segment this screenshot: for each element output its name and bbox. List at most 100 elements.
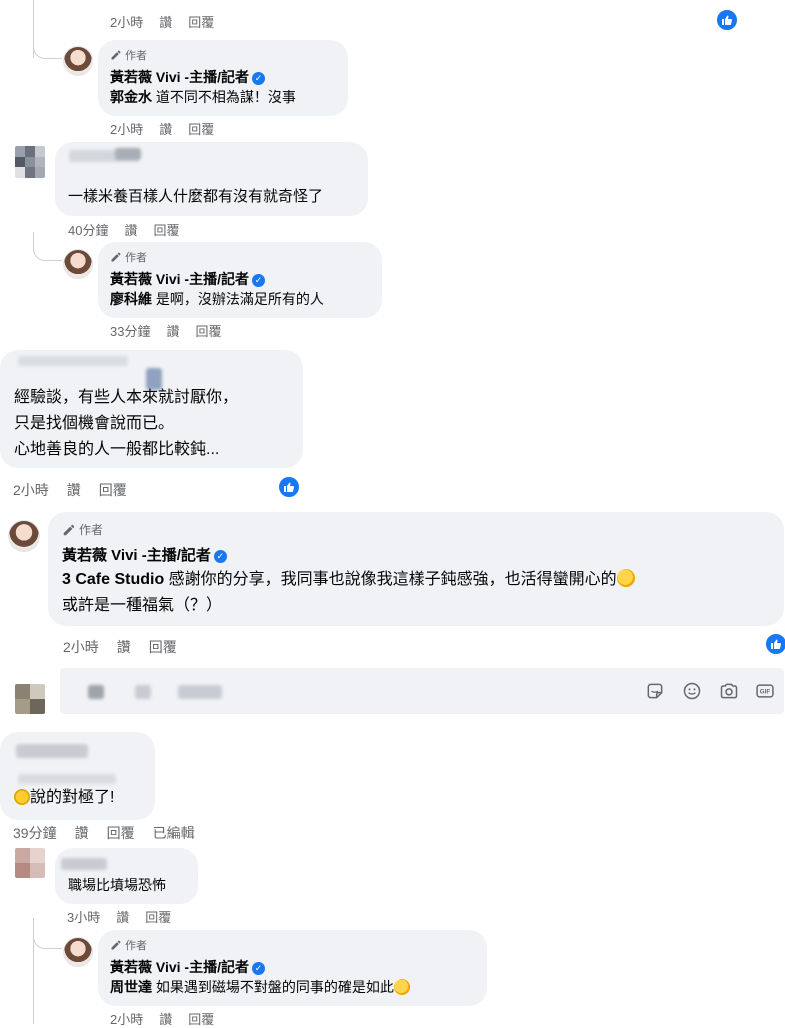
pencil-icon bbox=[111, 50, 121, 60]
like-link[interactable]: 讚 bbox=[75, 823, 89, 843]
laughing-emoji bbox=[393, 979, 410, 995]
reply-text: 周世達 如果遇到磁場不對盤的同事的確是如此 bbox=[110, 977, 475, 997]
verified-badge-icon: ✓ bbox=[213, 550, 227, 563]
like-reaction-icon[interactable] bbox=[277, 475, 301, 499]
reply-bubble: 作者 黃若薇 Vivi -主播/記者 ✓ 廖科維 是啊，沒辦法滿足所有的人 bbox=[98, 242, 382, 318]
reply-text: 郭金水 道不同不相為謀！沒事 bbox=[110, 89, 296, 105]
comment-time: 33分鐘 bbox=[110, 324, 151, 339]
comment-time: 40分鐘 bbox=[68, 223, 109, 238]
blurred-username bbox=[115, 148, 141, 160]
reply-link[interactable]: 回覆 bbox=[188, 12, 214, 31]
comment-bubble: 經驗談，有些人本來就討厭你， 只是找個機會說而已。 心地善良的人一般都比較鈍..… bbox=[0, 350, 303, 468]
camera-icon[interactable] bbox=[719, 681, 739, 701]
blurred-username bbox=[18, 774, 116, 784]
author-avatar[interactable] bbox=[63, 937, 93, 967]
like-link[interactable]: 讚 bbox=[159, 1009, 172, 1028]
verified-badge-icon: ✓ bbox=[251, 274, 265, 287]
like-link[interactable]: 讚 bbox=[166, 321, 179, 340]
emoji-icon[interactable] bbox=[682, 681, 702, 701]
reply-bubble: 作者 黃若薇 Vivi -主播/記者 ✓ 3 Cafe Studio 感謝你的分享… bbox=[48, 512, 784, 626]
reply-text: 3 Cafe Studio 感謝你的分享，我同事也說像我這樣子鈍感強，也活得蠻開… bbox=[62, 567, 770, 619]
like-link[interactable]: 讚 bbox=[159, 119, 172, 138]
reply-text: 廖科維 是啊，沒辦法滿足所有的人 bbox=[110, 291, 324, 307]
author-name[interactable]: 黃若薇 Vivi -主播/記者 ✓ bbox=[110, 67, 336, 87]
comment-actions: 40分鐘 讚 回覆 bbox=[68, 220, 180, 239]
comment-time: 3小時 bbox=[67, 910, 101, 925]
pencil-icon bbox=[63, 524, 75, 535]
author-avatar[interactable] bbox=[63, 46, 93, 76]
sticker-icon[interactable] bbox=[645, 681, 665, 701]
author-avatar[interactable] bbox=[63, 249, 93, 279]
comment-input[interactable] bbox=[60, 668, 784, 714]
reply-link[interactable]: 回覆 bbox=[107, 823, 135, 843]
author-tag: 作者 bbox=[110, 47, 336, 63]
rofl-emoji bbox=[616, 569, 635, 587]
thread-connector bbox=[33, 920, 62, 949]
svg-text:GIF: GIF bbox=[760, 689, 771, 696]
reply-link[interactable]: 回覆 bbox=[188, 119, 214, 138]
user-avatar[interactable] bbox=[15, 146, 45, 178]
author-name[interactable]: 黃若薇 Vivi -主播/記者 ✓ bbox=[110, 269, 370, 289]
like-reaction-icon[interactable] bbox=[764, 632, 785, 656]
like-link[interactable]: 讚 bbox=[117, 637, 131, 657]
mention-link[interactable]: 3 Cafe Studio bbox=[62, 571, 164, 588]
comment-text: 經驗談，有些人本來就討厭你， 只是找個機會說而已。 心地善良的人一般都比較鈍..… bbox=[14, 389, 239, 458]
author-avatar[interactable] bbox=[8, 520, 40, 552]
comment-time: 2小時 bbox=[13, 482, 49, 498]
mention-link[interactable]: 郭金水 bbox=[110, 89, 152, 105]
reply-link[interactable]: 回覆 bbox=[188, 1009, 214, 1028]
current-user-avatar[interactable] bbox=[15, 684, 45, 714]
comment-time: 39分鐘 bbox=[13, 825, 57, 841]
thread-connector bbox=[33, 30, 62, 59]
comment-actions: 39分鐘 讚 回覆 已編輯 bbox=[13, 823, 195, 843]
comment-bubble: 說的對極了! bbox=[0, 732, 155, 820]
reply-bubble: 作者 黃若薇 Vivi -主播/記者 ✓ 周世達 如果遇到磁場不對盤的同事的確是如… bbox=[98, 930, 487, 1006]
comment-actions: 2小時 讚 回覆 bbox=[13, 480, 127, 500]
reply-link[interactable]: 回覆 bbox=[99, 480, 127, 500]
comment-actions: 2小時 讚 回覆 bbox=[110, 12, 214, 31]
verified-badge-icon: ✓ bbox=[251, 962, 265, 975]
reply-link[interactable]: 回覆 bbox=[149, 637, 177, 657]
comment-bubble: 一樣米養百樣人什麼都有沒有就奇怪了 bbox=[55, 142, 368, 216]
reply-link[interactable]: 回覆 bbox=[153, 220, 179, 239]
comment-time: 2小時 bbox=[110, 1012, 144, 1027]
comment-actions: 2小時 讚 回覆 bbox=[110, 119, 214, 138]
author-name[interactable]: 黃若薇 Vivi -主播/記者 ✓ bbox=[110, 957, 475, 977]
author-name[interactable]: 黃若薇 Vivi -主播/記者 ✓ bbox=[62, 544, 770, 565]
comment-actions: 2小時 讚 回覆 bbox=[110, 1009, 214, 1028]
mention-link[interactable]: 周世達 bbox=[110, 979, 152, 995]
thread-connector bbox=[33, 232, 62, 261]
author-tag: 作者 bbox=[110, 937, 475, 953]
blurred-username bbox=[61, 858, 107, 870]
comment-bubble: 職場比墳場恐怖 bbox=[55, 848, 198, 904]
comment-actions: 33分鐘 讚 回覆 bbox=[110, 321, 222, 340]
pencil-icon bbox=[111, 940, 121, 950]
comment-actions: 2小時 讚 回覆 bbox=[63, 637, 177, 657]
clap-emoji bbox=[14, 789, 30, 805]
verified-badge-icon: ✓ bbox=[251, 72, 265, 85]
comment-actions: 3小時 讚 回覆 bbox=[67, 907, 171, 926]
like-reaction-icon[interactable] bbox=[715, 8, 739, 32]
author-tag: 作者 bbox=[110, 249, 370, 265]
reply-link[interactable]: 回覆 bbox=[195, 321, 221, 340]
like-link[interactable]: 讚 bbox=[124, 220, 137, 239]
blurred-placeholder bbox=[178, 685, 222, 699]
comment-text: 一樣米養百樣人什麼都有沒有就奇怪了 bbox=[68, 188, 324, 205]
blurred-username bbox=[16, 744, 88, 758]
comment-time: 2小時 bbox=[63, 639, 99, 655]
comment-time: 2小時 bbox=[110, 122, 144, 137]
gif-icon[interactable]: GIF bbox=[755, 681, 775, 701]
comment-text: 說的對極了! bbox=[14, 788, 114, 808]
blurred-placeholder bbox=[135, 685, 151, 699]
reply-link[interactable]: 回覆 bbox=[145, 907, 171, 926]
like-link[interactable]: 讚 bbox=[67, 480, 81, 500]
user-avatar[interactable] bbox=[15, 848, 45, 878]
edited-label: 已編輯 bbox=[152, 825, 195, 841]
reply-bubble: 作者 黃若薇 Vivi -主播/記者 ✓ 郭金水 道不同不相為謀！沒事 bbox=[98, 40, 348, 116]
like-link[interactable]: 讚 bbox=[116, 907, 129, 926]
comment-text: 職場比墳場恐怖 bbox=[68, 877, 166, 893]
mention-link[interactable]: 廖科維 bbox=[110, 291, 152, 307]
like-link[interactable]: 讚 bbox=[159, 12, 172, 31]
comment-time: 2小時 bbox=[110, 15, 144, 30]
pencil-icon bbox=[111, 252, 121, 262]
